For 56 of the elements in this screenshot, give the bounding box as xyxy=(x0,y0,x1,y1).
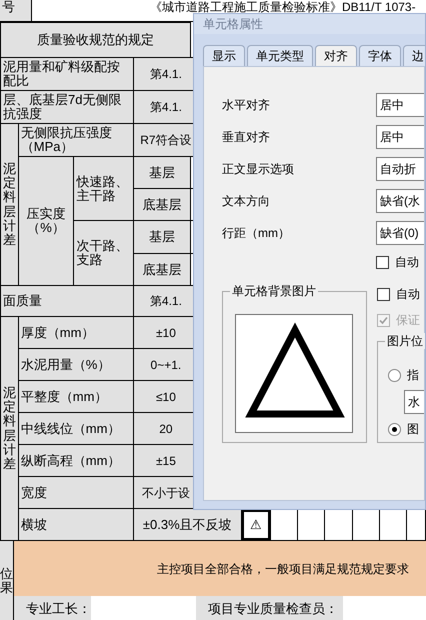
table-cell[interactable]: 底基层 xyxy=(133,188,191,220)
table-cell[interactable]: 中线线位（mm） xyxy=(18,412,134,444)
field-label: 行距（mm） xyxy=(222,225,291,242)
window-title: 单元格属性 xyxy=(194,14,425,34)
table-cell[interactable] xyxy=(379,508,407,540)
table-cell: 位果 xyxy=(0,541,14,620)
field-label: 文本方向 xyxy=(222,193,271,210)
sheet-title: 《城市道路工程施工质量检验标准》DB11/T 1073- xyxy=(149,0,416,16)
dropdown[interactable]: 自动折 xyxy=(376,157,424,181)
table-cell[interactable] xyxy=(298,508,325,540)
table-cell[interactable]: ⚠ xyxy=(241,508,270,540)
table-cell[interactable]: 泥用量和矿料级配按配比 xyxy=(0,58,134,90)
dropdown[interactable]: 居中 xyxy=(376,125,424,149)
table-cell[interactable]: 压实度（%） xyxy=(18,156,74,286)
table-cell[interactable]: 泥定料层计差 xyxy=(0,124,18,286)
tab[interactable]: 显示 xyxy=(203,45,245,66)
checkbox[interactable]: 自动 xyxy=(377,281,424,307)
table-cell[interactable]: 次干路、支路 xyxy=(74,220,134,286)
table-cell[interactable]: 水泥用量（%） xyxy=(18,348,134,380)
cell-label: 号 xyxy=(0,0,32,21)
table-cell[interactable]: 厚度（mm） xyxy=(18,316,134,348)
table-cell[interactable]: 基层 xyxy=(133,156,191,188)
dropdown[interactable]: 居中 xyxy=(376,93,424,117)
group-title: 图片位 xyxy=(385,333,425,349)
table-cell[interactable]: 基层 xyxy=(133,220,191,254)
table-cell[interactable]: 泥定料层计差 xyxy=(0,316,18,540)
table-cell[interactable]: 横坡 xyxy=(18,508,134,540)
group-title: 单元格背景图片 xyxy=(230,283,318,299)
table-cell[interactable]: 底基层 xyxy=(133,254,191,286)
signer-label: 项目专业质量检查员： xyxy=(196,596,343,620)
table-cell[interactable]: 质量验收规范的规定 xyxy=(0,22,191,58)
table-cell[interactable]: 平整度（mm） xyxy=(18,380,134,412)
table-cell[interactable]: 纵断高程（mm） xyxy=(18,444,134,476)
tab[interactable]: 对齐 xyxy=(315,45,357,66)
dropdown[interactable]: 水 xyxy=(404,390,424,414)
checkmark-icon xyxy=(379,316,388,324)
table-cell[interactable]: 层、底基层7d无侧限抗强度 xyxy=(0,90,134,124)
dropdown[interactable]: 缺省(水 xyxy=(376,189,424,213)
result-text: 主控项目全部合格，一般项目满足规范规定要求 xyxy=(14,541,426,596)
table-cell[interactable] xyxy=(270,508,298,540)
table-cell[interactable]: 宽度 xyxy=(18,476,134,508)
table-cell[interactable]: ±0.3%且不反坡 xyxy=(133,508,242,540)
radio-button[interactable]: 指 xyxy=(388,362,424,388)
table-cell[interactable]: 无侧限抗压强度（MPa） xyxy=(18,124,134,156)
field-label: 正文显示选项 xyxy=(222,161,295,178)
tab[interactable]: 单元类型 xyxy=(247,45,313,66)
table-cell[interactable] xyxy=(352,508,380,540)
table-cell[interactable] xyxy=(324,508,352,540)
checkbox[interactable]: 自动 xyxy=(376,249,424,275)
radio-button[interactable]: 图 xyxy=(388,416,424,442)
tab[interactable]: 边 xyxy=(403,45,425,66)
dropdown[interactable]: 缺省(0) xyxy=(376,221,424,245)
signer-label: 专业工长： xyxy=(14,596,91,620)
table-cell[interactable]: 面质量 xyxy=(0,286,134,316)
table-cell[interactable]: 快速路、主干路 xyxy=(74,156,134,220)
tab[interactable]: 字体 xyxy=(359,45,401,66)
